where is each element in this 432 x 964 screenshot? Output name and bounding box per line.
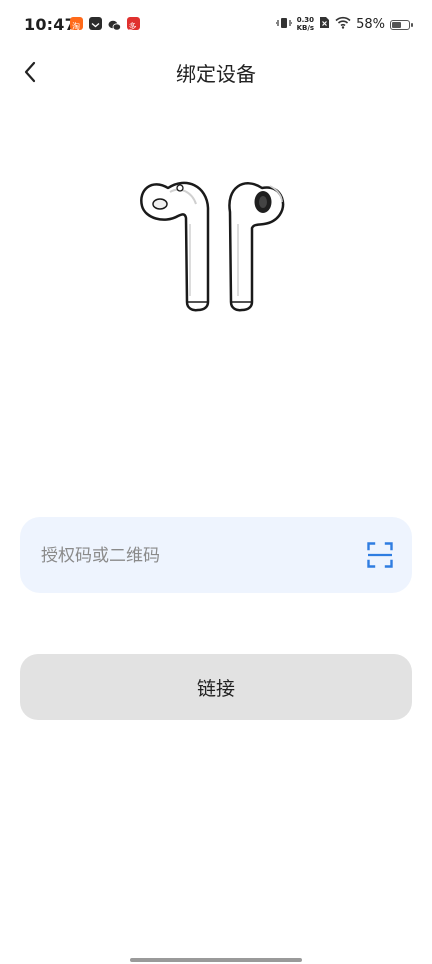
home-indicator[interactable] — [130, 958, 302, 962]
status-time: 10:47 — [24, 15, 76, 34]
vibrate-icon — [275, 17, 293, 33]
wechat-icon — [108, 17, 121, 31]
earbuds-icon — [130, 168, 300, 318]
scan-icon — [367, 542, 393, 568]
wifi-icon — [335, 16, 351, 33]
network-speed: 0.30 KB/s — [297, 16, 314, 32]
page-title: 绑定设备 — [176, 62, 256, 86]
shopping-app-icon: 淘 — [70, 17, 83, 31]
net-speed-unit: KB/s — [296, 24, 315, 32]
mail-icon — [89, 17, 102, 30]
notification-icons: 淘 多 — [70, 17, 140, 31]
scan-qr-button[interactable] — [365, 540, 395, 570]
red-app-icon: 多 — [127, 17, 140, 31]
authorization-code-field — [20, 517, 412, 595]
status-bar: 10:47 淘 多 0.30 KB/s 58% — [0, 0, 432, 52]
status-indicators: 0.30 KB/s 58% — [275, 16, 413, 33]
battery-level — [392, 21, 401, 28]
left-earbud-illustration — [140, 181, 210, 312]
svg-text:淘: 淘 — [72, 21, 80, 31]
authorization-code-input[interactable] — [39, 517, 363, 595]
battery-percentage: 58% — [356, 17, 385, 32]
svg-text:多: 多 — [129, 21, 137, 31]
battery-icon — [390, 19, 413, 30]
no-sim-icon — [319, 16, 330, 33]
net-speed-value: 0.30 — [296, 16, 314, 24]
right-earbud-illustration — [228, 182, 285, 312]
connect-button[interactable]: 链接 — [20, 654, 412, 720]
